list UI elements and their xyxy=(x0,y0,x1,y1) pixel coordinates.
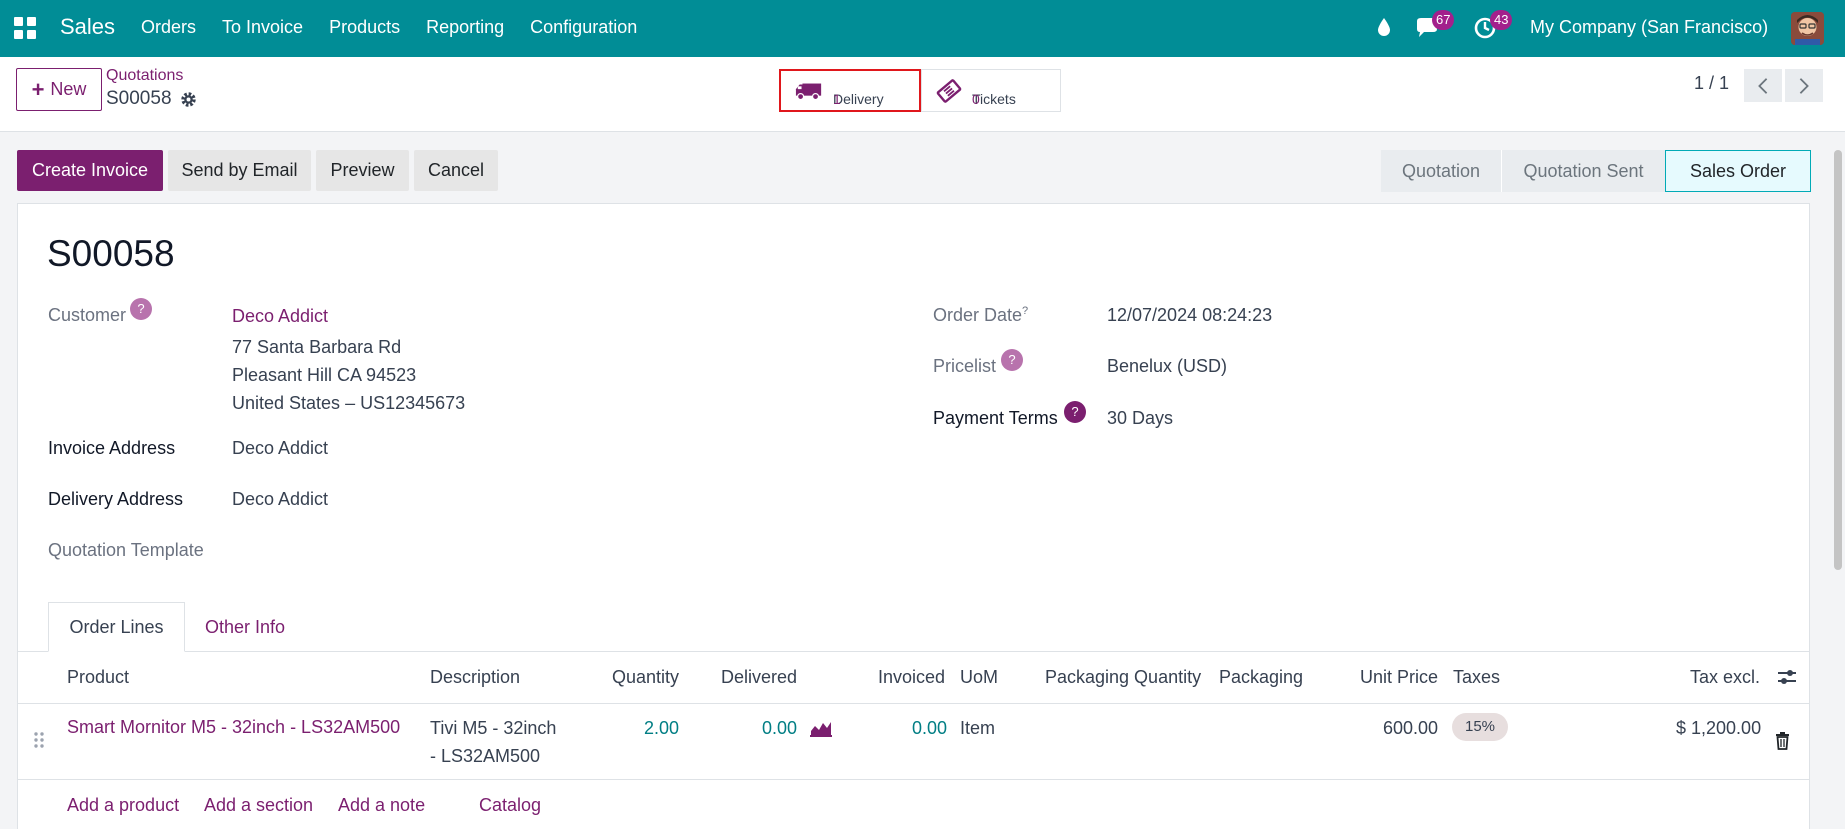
main-menu: Orders To Invoice Products Reporting Con… xyxy=(141,17,637,38)
quotation-template-label: Quotation Template xyxy=(48,540,204,560)
messages-badge: 67 xyxy=(1432,10,1455,30)
table-row-divider xyxy=(17,779,1810,780)
invoice-address-field[interactable]: Deco Addict xyxy=(232,438,328,459)
cancel-button[interactable]: Cancel xyxy=(414,150,498,191)
delivery-address-label: Delivery Address xyxy=(48,489,184,509)
invoice-address-label: Invoice Address xyxy=(48,438,176,458)
stage-quotation-sent[interactable]: Quotation Sent xyxy=(1501,150,1665,192)
column-header-delivered[interactable]: Delivered xyxy=(721,667,797,688)
chevron-left-icon xyxy=(1758,77,1768,94)
create-invoice-button[interactable]: Create Invoice xyxy=(17,150,163,191)
row-uom[interactable]: Item xyxy=(960,718,995,739)
customer-address-line: Pleasant Hill CA 94523 xyxy=(232,365,417,385)
payment-terms-label: Payment Terms xyxy=(933,408,1058,428)
add-product-link[interactable]: Add a product xyxy=(67,795,179,816)
breadcrumb-quotations[interactable]: Quotations xyxy=(106,67,183,85)
row-tax-excl: $ 1,200.00 xyxy=(1676,718,1762,738)
menu-to-invoice[interactable]: To Invoice xyxy=(222,17,303,38)
delivery-count: 1 xyxy=(833,90,841,107)
menu-configuration[interactable]: Configuration xyxy=(530,17,637,38)
pricelist-label: Pricelist xyxy=(933,356,997,376)
optional-columns-sliders-icon[interactable] xyxy=(1777,668,1797,686)
tickets-smart-button[interactable]: Tickets 0 xyxy=(921,69,1061,112)
scrollbar-thumb[interactable] xyxy=(1834,150,1842,570)
order-date-field[interactable]: 12/07/2024 08:24:23 xyxy=(1107,305,1272,326)
tab-other-info[interactable]: Other Info xyxy=(185,602,305,652)
truck-icon xyxy=(795,83,822,100)
add-note-link[interactable]: Add a note xyxy=(338,795,425,816)
status-bar: Quotation Quotation Sent Sales Order xyxy=(1381,150,1811,192)
customer-address-line: 77 Santa Barbara Rd xyxy=(232,337,402,357)
user-avatar[interactable] xyxy=(1791,12,1824,45)
row-description-line[interactable]: - LS32AM500 xyxy=(430,746,540,767)
menu-orders[interactable]: Orders xyxy=(141,17,196,38)
payment-terms-field[interactable]: 30 Days xyxy=(1107,408,1173,429)
gear-icon[interactable] xyxy=(180,91,197,108)
add-section-link[interactable]: Add a section xyxy=(204,795,313,816)
pager-value[interactable]: 1 / 1 xyxy=(1694,73,1729,94)
chevron-right-icon xyxy=(1799,77,1809,94)
customer-help-icon[interactable]: ? xyxy=(130,298,152,320)
menu-products[interactable]: Products xyxy=(329,17,400,38)
stage-sales-order[interactable]: Sales Order xyxy=(1665,150,1811,192)
pager-previous-button[interactable] xyxy=(1744,69,1782,102)
column-header-tax-excl[interactable]: Tax excl. xyxy=(1690,667,1760,688)
column-header-taxes[interactable]: Taxes xyxy=(1453,667,1500,688)
order-title: S00058 xyxy=(47,233,175,274)
send-by-email-button[interactable]: Send by Email xyxy=(168,150,311,191)
stage-quotation[interactable]: Quotation xyxy=(1381,150,1501,192)
row-tax-badge[interactable]: 15% xyxy=(1452,713,1508,741)
notebook-tabs: Order Lines Other Info xyxy=(17,602,1810,652)
app-name[interactable]: Sales xyxy=(60,14,115,40)
ticket-icon xyxy=(936,78,962,103)
apps-menu-icon[interactable] xyxy=(14,17,36,39)
drop-icon[interactable] xyxy=(1377,17,1391,37)
tab-order-lines[interactable]: Order Lines xyxy=(48,602,185,652)
preview-button[interactable]: Preview xyxy=(316,150,409,191)
menu-reporting[interactable]: Reporting xyxy=(426,17,504,38)
column-header-product[interactable]: Product xyxy=(67,667,129,688)
column-header-unit-price[interactable]: Unit Price xyxy=(1360,667,1438,688)
forecast-chart-icon[interactable] xyxy=(810,719,832,737)
catalog-button[interactable]: Catalog xyxy=(479,795,541,816)
customer-link[interactable]: Deco Addict xyxy=(232,306,328,327)
new-button[interactable]: + New xyxy=(16,68,102,111)
order-date-help-mark[interactable]: ? xyxy=(1022,305,1028,317)
row-delivered[interactable]: 0.00 xyxy=(762,718,797,739)
row-description-line[interactable]: Tivi M5 - 32inch xyxy=(430,718,556,739)
tickets-count: 0 xyxy=(972,90,980,107)
column-header-quantity[interactable]: Quantity xyxy=(612,667,679,688)
column-header-packaging[interactable]: Packaging xyxy=(1219,667,1303,688)
row-quantity[interactable]: 2.00 xyxy=(644,718,679,739)
delivery-address-field[interactable]: Deco Addict xyxy=(232,489,328,510)
payment-terms-help-icon[interactable]: ? xyxy=(1064,401,1086,423)
row-product[interactable]: Smart Mornitor M5 - 32inch - LS32AM500 xyxy=(67,717,400,738)
column-header-description[interactable]: Description xyxy=(430,667,520,688)
drag-handle-icon[interactable] xyxy=(33,731,45,749)
column-header-uom[interactable]: UoM xyxy=(960,667,998,688)
customer-label: Customer xyxy=(48,305,127,325)
plus-icon: + xyxy=(31,76,45,102)
customer-address-line: United States – US12345673 xyxy=(232,393,466,413)
row-invoiced[interactable]: 0.00 xyxy=(912,718,947,739)
activities-badge: 43 xyxy=(1490,10,1513,30)
top-navbar: Sales Orders To Invoice Products Reporti… xyxy=(0,0,1845,57)
delivery-smart-button[interactable]: Delivery 1 xyxy=(779,69,921,112)
pricelist-field[interactable]: Benelux (USD) xyxy=(1107,356,1227,377)
control-panel: + New Quotations S00058 Delivery 1 Ticke… xyxy=(0,57,1845,132)
company-switcher[interactable]: My Company (San Francisco) xyxy=(1530,17,1768,38)
record-name: S00058 xyxy=(106,88,172,109)
trash-icon[interactable] xyxy=(1775,732,1790,750)
order-date-label: Order Date? xyxy=(933,305,1029,325)
table-header-divider xyxy=(17,703,1810,704)
column-header-invoiced[interactable]: Invoiced xyxy=(878,667,945,688)
pricelist-help-icon[interactable]: ? xyxy=(1001,349,1023,371)
pager-next-button[interactable] xyxy=(1785,69,1823,102)
row-unit-price[interactable]: 600.00 xyxy=(1383,718,1438,739)
column-header-packaging-quantity[interactable]: Packaging Quantity xyxy=(1045,667,1201,688)
breadcrumb-current: S00058 xyxy=(106,88,197,110)
